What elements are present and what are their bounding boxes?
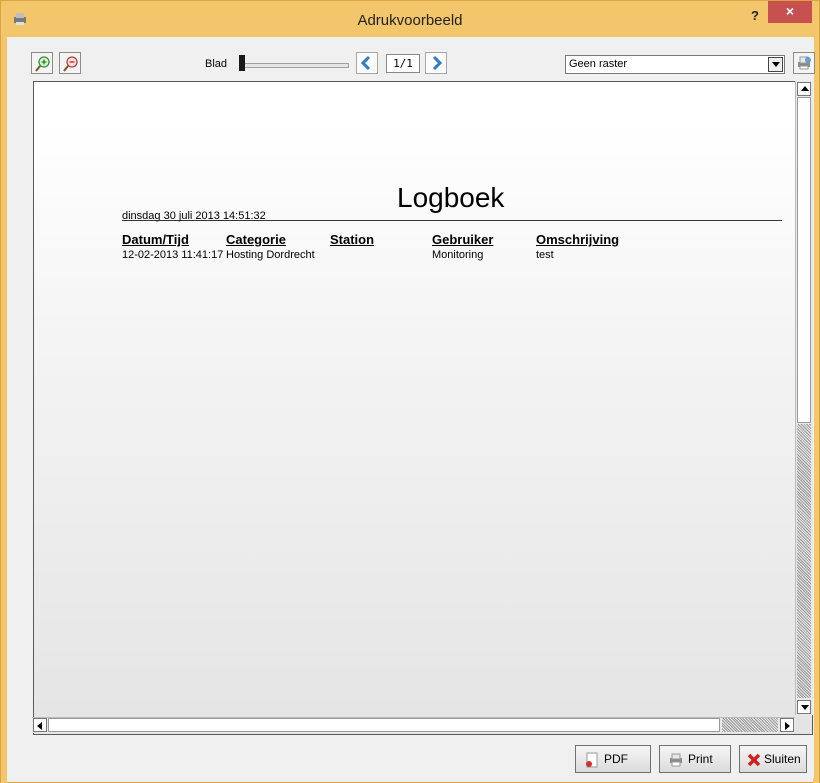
page-slider-thumb[interactable] <box>239 55 245 71</box>
scroll-up-button[interactable] <box>797 82 811 96</box>
print-button[interactable]: Print <box>659 745 731 773</box>
column-header-categorie: Categorie <box>226 232 286 247</box>
vertical-scroll-thumb[interactable] <box>797 97 811 423</box>
column-header-station: Station <box>330 232 375 247</box>
zoom-in-button[interactable] <box>31 52 53 74</box>
preview-page[interactable]: Logboek dinsdag 30 juli 2013 14:51:32 Da… <box>33 81 813 735</box>
cell-categorie: Hosting Dordrecht <box>226 249 315 261</box>
header-divider <box>122 220 782 221</box>
page-label: Blad <box>205 58 228 70</box>
column-header-gebruiker: Gebruiker <box>432 232 494 247</box>
printer-icon <box>670 753 682 767</box>
scroll-right-button[interactable] <box>780 718 794 732</box>
pdf-icon <box>586 752 598 768</box>
zoom-out-icon <box>63 56 78 72</box>
close-window-button[interactable]: × <box>768 1 812 23</box>
column-header-datum-tijd: Datum/Tijd <box>122 232 189 247</box>
zoom-in-icon <box>35 56 50 72</box>
cell-omschrijving: test <box>536 249 554 261</box>
zoom-out-button[interactable] <box>59 52 81 74</box>
next-page-button[interactable] <box>425 52 447 74</box>
horizontal-scroll-track[interactable] <box>722 718 778 732</box>
close-button-label: Sluiten <box>764 752 801 766</box>
vertical-scroll-track[interactable] <box>797 424 811 698</box>
printer-setup-icon <box>798 56 811 70</box>
scroll-left-button[interactable] <box>33 718 47 732</box>
cell-datum-tijd: 12-02-2013 11:41:17 <box>122 249 224 261</box>
previous-page-button[interactable] <box>356 52 378 74</box>
cell-gebruiker: Monitoring <box>432 249 484 261</box>
close-button[interactable]: Sluiten <box>739 745 807 773</box>
grid-select-value: Geen raster <box>569 58 628 70</box>
page-slider-track[interactable] <box>243 63 349 68</box>
scroll-down-button[interactable] <box>797 700 811 714</box>
print-button-label: Print <box>688 752 713 766</box>
chevron-left-icon <box>360 55 371 71</box>
horizontal-scroll-thumb[interactable] <box>48 718 720 732</box>
column-header-omschrijving: Omschrijving <box>536 232 620 247</box>
page-indicator: 1/1 <box>386 54 420 73</box>
pdf-button-label: PDF <box>604 752 628 766</box>
printer-setup-button[interactable] <box>793 52 815 74</box>
window-title: Adrukvoorbeeld <box>357 12 463 29</box>
vertical-scrollbar[interactable] <box>795 81 813 715</box>
title-bar[interactable]: Adrukvoorbeeld ? × <box>1 1 819 37</box>
grid-select[interactable]: Geen raster <box>565 55 785 74</box>
chevron-down-icon[interactable] <box>768 57 783 72</box>
client-area: Blad 1/1 Geen raster Logboek dinsdag 30 … <box>7 37 815 778</box>
report-title: Logboek <box>397 182 505 213</box>
close-icon <box>747 753 761 767</box>
horizontal-scrollbar[interactable] <box>32 717 795 733</box>
chevron-right-icon <box>432 55 443 71</box>
help-button[interactable]: ? <box>743 5 767 27</box>
print-preview-window: Adrukvoorbeeld ? × Blad 1/1 Geen raster <box>0 0 820 783</box>
pdf-button[interactable]: PDF <box>575 745 651 773</box>
